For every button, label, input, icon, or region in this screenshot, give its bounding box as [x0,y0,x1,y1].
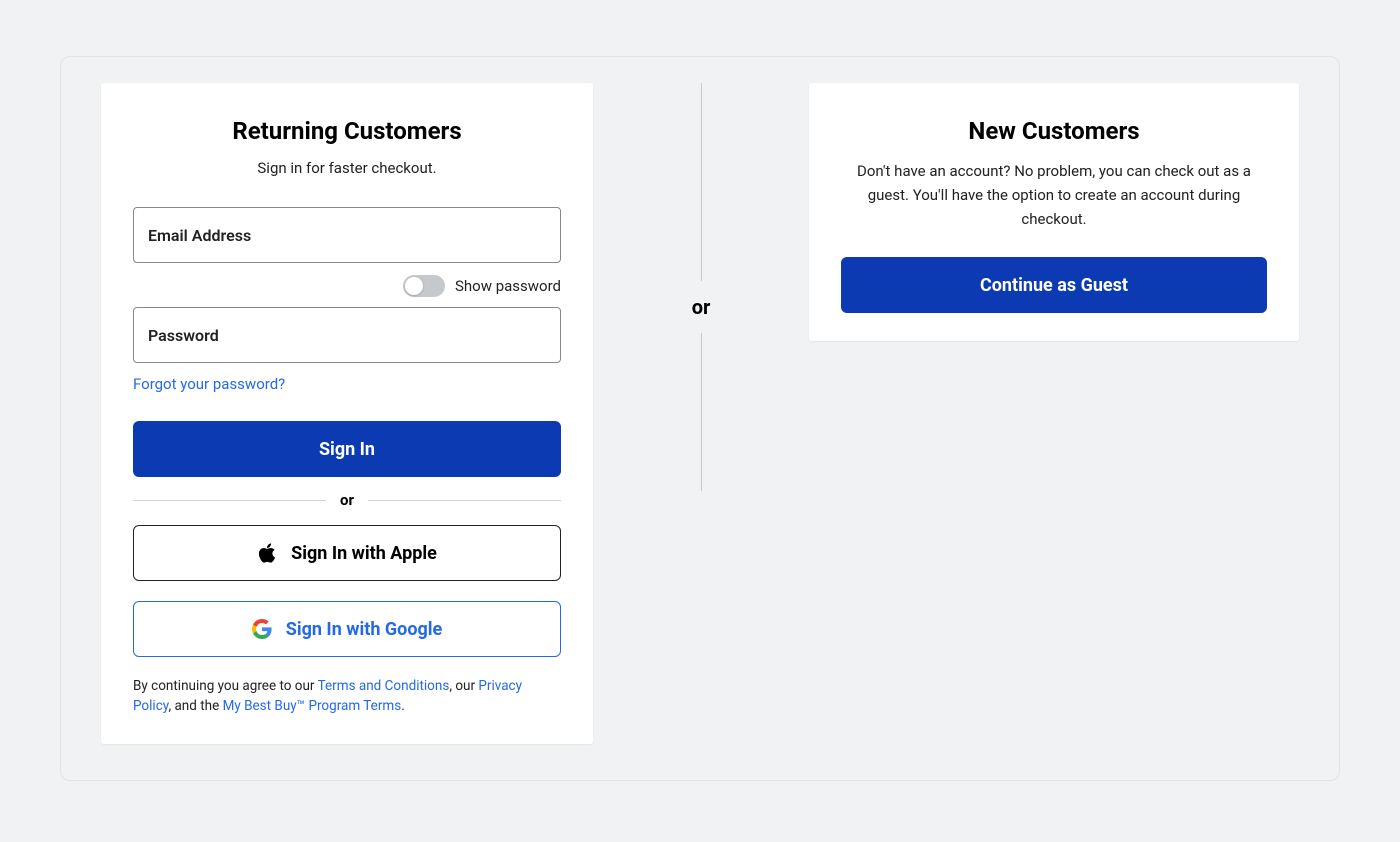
new-customers-column: New Customers Don't have an account? No … [809,83,1299,754]
divider-or-label: or [692,281,711,333]
hline-left [133,500,326,501]
vline-top [701,83,702,281]
legal-mid1: , our [449,678,478,694]
returning-subtitle: Sign in for faster checkout. [133,159,561,177]
returning-customers-column: Returning Customers Sign in for faster c… [101,83,593,754]
oauth-separator: or [133,491,561,509]
continue-guest-button[interactable]: Continue as Guest [841,257,1267,313]
apple-button-label: Sign In with Apple [291,543,437,564]
checkout-auth-page: Returning Customers Sign in for faster c… [60,56,1340,781]
vertical-divider: or [692,83,711,491]
forgot-password-link[interactable]: Forgot your password? [133,375,285,393]
new-customers-card: New Customers Don't have an account? No … [809,83,1299,341]
password-field[interactable] [133,307,561,363]
toggle-knob [405,277,423,295]
terms-link[interactable]: Terms and Conditions [318,678,450,694]
vline-bottom [701,333,702,491]
show-password-row: Show password [133,275,561,297]
legal-mid2: , and the [168,698,222,714]
sign-in-google-button[interactable]: Sign In with Google [133,601,561,657]
legal-pre: By continuing you agree to our [133,678,318,694]
legal-post: . [401,698,405,714]
mbb-terms-link[interactable]: My Best Buy™ Program Terms [223,698,402,714]
show-password-label: Show password [455,277,561,295]
email-field[interactable] [133,207,561,263]
new-subtitle: Don't have an account? No problem, you c… [841,159,1267,231]
hline-right [368,500,561,501]
returning-customers-card: Returning Customers Sign in for faster c… [101,83,593,744]
apple-icon [257,542,277,564]
google-icon [252,619,272,639]
separator-or-label: or [340,491,354,509]
new-title: New Customers [841,117,1267,145]
divider-column: or [593,83,809,754]
show-password-toggle[interactable] [403,275,445,297]
sign-in-button[interactable]: Sign In [133,421,561,477]
legal-text: By continuing you agree to our Terms and… [133,677,561,716]
sign-in-apple-button[interactable]: Sign In with Apple [133,525,561,581]
returning-title: Returning Customers [133,117,561,145]
google-button-label: Sign In with Google [286,619,443,640]
